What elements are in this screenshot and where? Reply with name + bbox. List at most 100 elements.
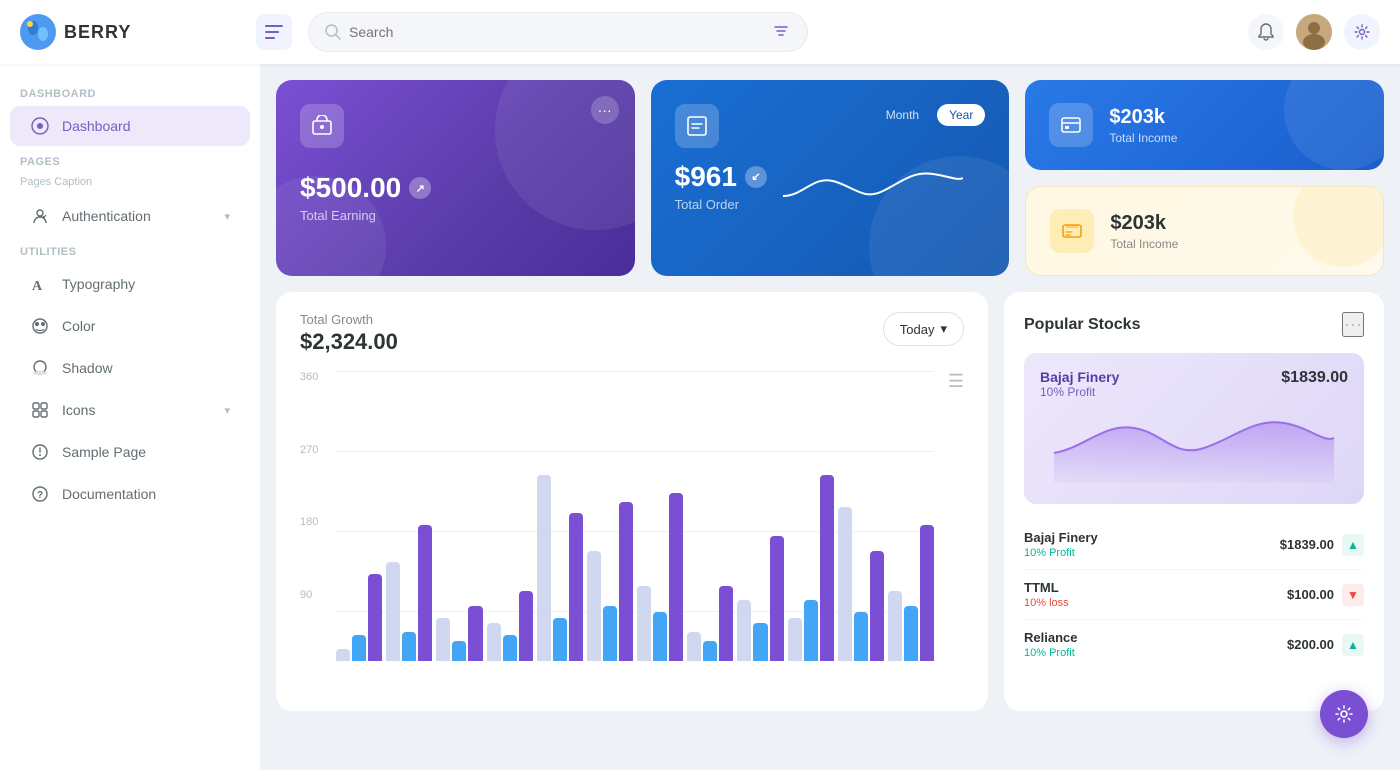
bar-purple-2 [468, 606, 482, 661]
stock-sub-0: 10% Profit [1024, 547, 1098, 559]
order-month-button[interactable]: Month [874, 104, 931, 126]
sidebar-item-icons-label: Icons [62, 402, 95, 418]
stocks-title: Popular Stocks [1024, 316, 1140, 334]
sidebar-item-color-label: Color [62, 318, 95, 334]
stock-info-1: TTML10% loss [1024, 580, 1069, 609]
fab-settings-button[interactable] [1320, 690, 1368, 738]
bar-light-2 [436, 618, 450, 662]
bar-purple-6 [669, 493, 683, 661]
sidebar-item-documentation-label: Documentation [62, 486, 156, 502]
chart-amount: $2,324.00 [300, 329, 398, 355]
bar-blue-0 [352, 635, 366, 661]
bar-light-7 [687, 632, 701, 661]
sidebar-item-icons[interactable]: Icons ▾ [10, 390, 250, 430]
chart-menu-icon[interactable]: ☰ [948, 371, 964, 392]
order-chart-area: $961 ↙ Total Order [675, 156, 986, 216]
order-card-icon [675, 104, 719, 148]
bar-purple-11 [920, 525, 934, 661]
bar-blue-6 [653, 612, 667, 661]
income-blue-label: Total Income [1109, 131, 1177, 145]
authentication-chevron: ▾ [224, 210, 230, 223]
sidebar-item-shadow[interactable]: Shadow [10, 348, 250, 388]
search-input[interactable] [349, 24, 763, 40]
cards-row: ··· $500.00 ↗ Total Earning [276, 80, 1384, 276]
stock-info-2: Reliance10% Profit [1024, 630, 1077, 659]
bar-blue-1 [402, 632, 416, 661]
sidebar-item-documentation[interactable]: ? Documentation [10, 474, 250, 514]
authentication-icon [30, 206, 50, 226]
sidebar-item-shadow-label: Shadow [62, 360, 113, 376]
layout: Dashboard Dashboard Pages Pages Caption … [0, 64, 1400, 770]
stock-badge-0: ▲ [1342, 534, 1364, 556]
bottom-row: Total Growth $2,324.00 Today ▾ ☰ [276, 292, 1384, 711]
stock-price-1: $100.00 [1287, 587, 1334, 602]
sidebar-section-dashboard: Dashboard [0, 80, 260, 104]
sidebar-item-color[interactable]: Color [10, 306, 250, 346]
stock-name-0: Bajaj Finery [1024, 530, 1098, 545]
sidebar-item-dashboard[interactable]: Dashboard [10, 106, 250, 146]
dropdown-chevron-icon: ▾ [940, 321, 947, 337]
settings-button[interactable] [1344, 14, 1380, 50]
stock-price-group-2: $200.00▲ [1287, 634, 1364, 656]
bar-group-5 [587, 371, 633, 661]
bar-group-1 [386, 371, 432, 661]
bar-purple-3 [519, 591, 533, 661]
svg-text:A: A [32, 279, 43, 293]
bar-light-3 [487, 623, 501, 661]
earning-card-icon [300, 104, 344, 148]
order-card: Month Year $961 ↙ Total Order [651, 80, 1010, 276]
order-wave-chart [783, 156, 963, 216]
bar-purple-5 [619, 502, 633, 662]
income-blue-icon [1049, 103, 1093, 147]
stock-list: Bajaj Finery 10% Profit $1839.00 ▲ TTML10% l… [1024, 520, 1364, 669]
icons-chevron: ▾ [224, 404, 230, 417]
featured-stock-header: Bajaj Finery 10% Profit $1839.00 [1040, 369, 1348, 399]
sidebar-item-authentication[interactable]: Authentication ▾ [10, 196, 250, 236]
order-label: Total Order [675, 197, 767, 212]
sidebar-item-sample-page[interactable]: Sample Page [10, 432, 250, 472]
order-year-button[interactable]: Year [937, 104, 985, 126]
stock-price-group-1: $100.00 ▼ [1287, 584, 1364, 606]
bar-purple-1 [418, 525, 432, 661]
stock-badge-1: ▼ [1342, 584, 1364, 606]
bar-purple-10 [870, 551, 884, 661]
sample-page-icon [30, 442, 50, 462]
chart-y-labels: 360 270 180 90 [300, 371, 330, 661]
shadow-icon [30, 358, 50, 378]
search-filter-button[interactable] [771, 21, 791, 44]
sidebar-item-dashboard-label: Dashboard [62, 118, 131, 134]
sidebar-item-typography[interactable]: A Typography [10, 264, 250, 304]
bar-purple-0 [368, 574, 382, 661]
sidebar-pages-caption: Pages Caption [0, 172, 260, 194]
order-trend-icon: ↙ [745, 166, 767, 188]
bar-group-11 [888, 371, 934, 661]
bar-group-10 [838, 371, 884, 661]
avatar[interactable] [1296, 14, 1332, 50]
bar-blue-3 [503, 635, 517, 661]
chart-title: Total Growth [300, 312, 398, 327]
stock-price-0: $1839.00 [1280, 537, 1334, 552]
stocks-more-button[interactable]: ··· [1342, 312, 1364, 337]
search-icon [325, 24, 341, 40]
featured-stock-price: $1839.00 [1281, 369, 1348, 387]
stock-sub-2: 10% Profit [1024, 647, 1077, 659]
income-yellow-icon [1050, 209, 1094, 253]
bar-group-9 [788, 371, 834, 661]
chart-title-group: Total Growth $2,324.00 [300, 312, 398, 355]
menu-button[interactable] [256, 14, 292, 50]
bar-light-1 [386, 562, 400, 661]
bar-purple-9 [820, 475, 834, 661]
stock-name-1: TTML [1024, 580, 1069, 595]
chart-bars [336, 371, 934, 661]
earning-card: ··· $500.00 ↗ Total Earning [276, 80, 635, 276]
today-dropdown-button[interactable]: Today ▾ [883, 312, 964, 346]
color-icon [30, 316, 50, 336]
income-blue-text: $203k Total Income [1109, 106, 1177, 145]
stocks-header: Popular Stocks ··· [1024, 312, 1364, 337]
bar-blue-2 [452, 641, 466, 661]
earning-more-button[interactable]: ··· [591, 96, 619, 124]
stock-list-item-0: Bajaj Finery 10% Profit $1839.00 ▲ [1024, 520, 1364, 570]
bar-blue-5 [603, 606, 617, 661]
notification-button[interactable] [1248, 14, 1284, 50]
bar-group-2 [436, 371, 482, 661]
